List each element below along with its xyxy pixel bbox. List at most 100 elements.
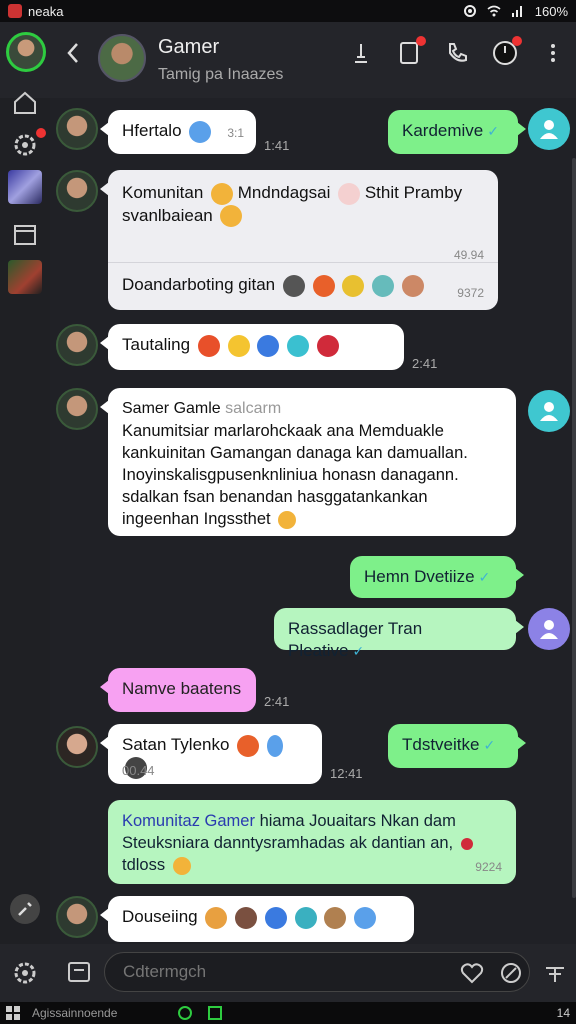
message-outer-time: 12:41	[330, 766, 363, 781]
user-icon	[540, 120, 558, 139]
message-outer-time: 2:41	[264, 694, 290, 709]
emoji-icon	[282, 274, 305, 297]
message-text: svanlbaiean	[122, 205, 213, 225]
own-avatar-icon[interactable]	[528, 390, 570, 432]
message-line: Inoyinskalisgpusenknliniua honasn danaga…	[122, 466, 459, 484]
emoji-icon	[316, 334, 339, 357]
channel-thumbnail-2[interactable]	[8, 260, 42, 294]
message-bubble-outgoing[interactable]: Tdstveitke ✓	[388, 724, 526, 768]
more-menu-button[interactable]	[540, 40, 566, 66]
emoji-icon	[312, 274, 335, 297]
message-bubble[interactable]: Samer Gamle salcarm Kanumitsiar marlaroh…	[100, 388, 516, 536]
square-app-icon[interactable]	[207, 1005, 223, 1021]
message-bubble-outgoing[interactable]: Hemn Dvetiize ✓	[350, 556, 524, 598]
composer-settings-button[interactable]	[12, 960, 38, 991]
wifi-icon	[487, 5, 501, 17]
message-bubble[interactable]: Satan Tylenko 00.44	[100, 724, 322, 784]
call-button[interactable]	[444, 40, 470, 66]
message-bubble[interactable]: Hfertalo 3:1	[100, 110, 256, 154]
read-check-icon: ✓	[483, 737, 496, 753]
message-time: 3:1	[227, 126, 244, 140]
read-check-icon: ✓	[487, 123, 499, 139]
emoji-icon	[189, 120, 212, 143]
taskbar-clock: 14	[556, 1006, 570, 1020]
sender-avatar[interactable]	[56, 324, 98, 366]
emoji-icon	[205, 906, 228, 929]
emoji-icon	[287, 334, 309, 357]
sender-avatar[interactable]	[56, 108, 98, 150]
user-icon	[540, 402, 558, 421]
sender-avatar[interactable]	[56, 170, 98, 212]
chevron-left-icon	[67, 43, 78, 63]
emoji-icon	[264, 906, 287, 929]
message-bubble[interactable]: Komunitan Mndndagsai Sthit Pramby svanlb…	[100, 170, 498, 310]
message-line: kankuinitan Gamangan danaga kan damualla…	[122, 444, 468, 462]
format-button[interactable]	[544, 962, 566, 989]
window-button[interactable]	[10, 220, 40, 250]
own-avatar-icon[interactable]	[528, 608, 570, 650]
battery-level: 160%	[534, 3, 568, 19]
message-text: Steuksniara danntysramhadas ak dantian a…	[122, 834, 454, 852]
sender-avatar[interactable]	[56, 896, 98, 938]
message-line: svanlbaiean	[122, 205, 484, 228]
scrollbar[interactable]	[572, 158, 576, 898]
sender-avatar[interactable]	[56, 726, 98, 768]
message-sender: Samer Gamle salcarm	[122, 398, 502, 420]
emoji-icon	[338, 182, 361, 205]
status-bar: neaka 160%	[0, 0, 576, 22]
emoji-button[interactable]	[500, 962, 522, 989]
like-button[interactable]	[460, 962, 484, 989]
home-button[interactable]	[10, 88, 40, 118]
emoji-icon	[237, 734, 260, 757]
message-outer-time: 2:41	[412, 356, 438, 371]
message-line: Doandarboting gitan	[122, 274, 424, 297]
taskbar: Agissainnoende 14	[0, 1002, 576, 1024]
emoji-icon	[220, 205, 243, 228]
message-bubble-outgoing[interactable]: Kardemive ✓	[388, 110, 526, 154]
window-icon	[14, 225, 36, 245]
left-sidebar	[0, 91, 50, 944]
message-bubble-outgoing[interactable]: Rassadlager Tran Pleative ✓	[274, 608, 524, 660]
message-line: Kanumitsiar marlarohckaak ana Memduakle	[122, 422, 444, 440]
emoji-icon	[324, 906, 347, 929]
back-button[interactable]	[66, 42, 80, 71]
emoji-icon	[227, 334, 250, 357]
home-icon	[14, 91, 36, 114]
circle-app-icon[interactable]	[177, 1005, 193, 1021]
sender-avatar[interactable]	[56, 388, 98, 430]
message-time: 9372	[457, 286, 484, 300]
read-check-icon: ✓	[478, 569, 491, 585]
message-text: Doandarboting gitan	[122, 275, 276, 294]
message-text: hiama Jouaitars Nkan dam	[259, 812, 456, 830]
notes-button[interactable]	[396, 36, 426, 66]
emoji-icon	[372, 274, 395, 297]
text-format-icon	[546, 967, 564, 982]
attach-button[interactable]	[68, 962, 90, 987]
windows-start-icon[interactable]	[6, 1006, 20, 1020]
app-icon	[8, 4, 22, 18]
message-bubble[interactable]: Namve baatens	[100, 668, 256, 712]
message-bubble[interactable]: Tautaling	[100, 324, 404, 370]
channel-thumbnail-1[interactable]	[8, 170, 42, 204]
message-list[interactable]: Hfertalo 3:1 1:41 Kardemive ✓ Komunitan M…	[50, 98, 576, 944]
read-check-icon: ✓	[352, 643, 365, 659]
tools-button[interactable]	[10, 894, 40, 924]
message-line: Komunitan Mndndagsai Sthit Pramby	[122, 182, 484, 205]
pin-button[interactable]	[348, 40, 374, 66]
message-outer-time: 1:41	[264, 138, 290, 153]
contact-avatar[interactable]	[98, 34, 146, 82]
message-bubble[interactable]: Douseiing	[100, 896, 414, 942]
message-text: Sthit Pramby	[364, 183, 463, 202]
emoji-icon	[354, 906, 377, 929]
message-bubble[interactable]: Komunitaz Gamer hiama Jouaitars Nkan dam…	[108, 800, 516, 884]
settings-button[interactable]	[10, 128, 46, 160]
own-avatar-icon[interactable]	[528, 108, 570, 150]
wrench-icon	[18, 902, 32, 916]
taskbar-label: Agissainnoende	[32, 1006, 118, 1020]
mention-link[interactable]: Komunitaz Gamer	[122, 812, 255, 830]
own-avatar[interactable]	[6, 32, 46, 72]
emoji-icon	[172, 856, 191, 875]
phone-icon	[449, 43, 467, 62]
emoji-icon	[197, 334, 220, 357]
timer-button[interactable]	[492, 36, 522, 66]
